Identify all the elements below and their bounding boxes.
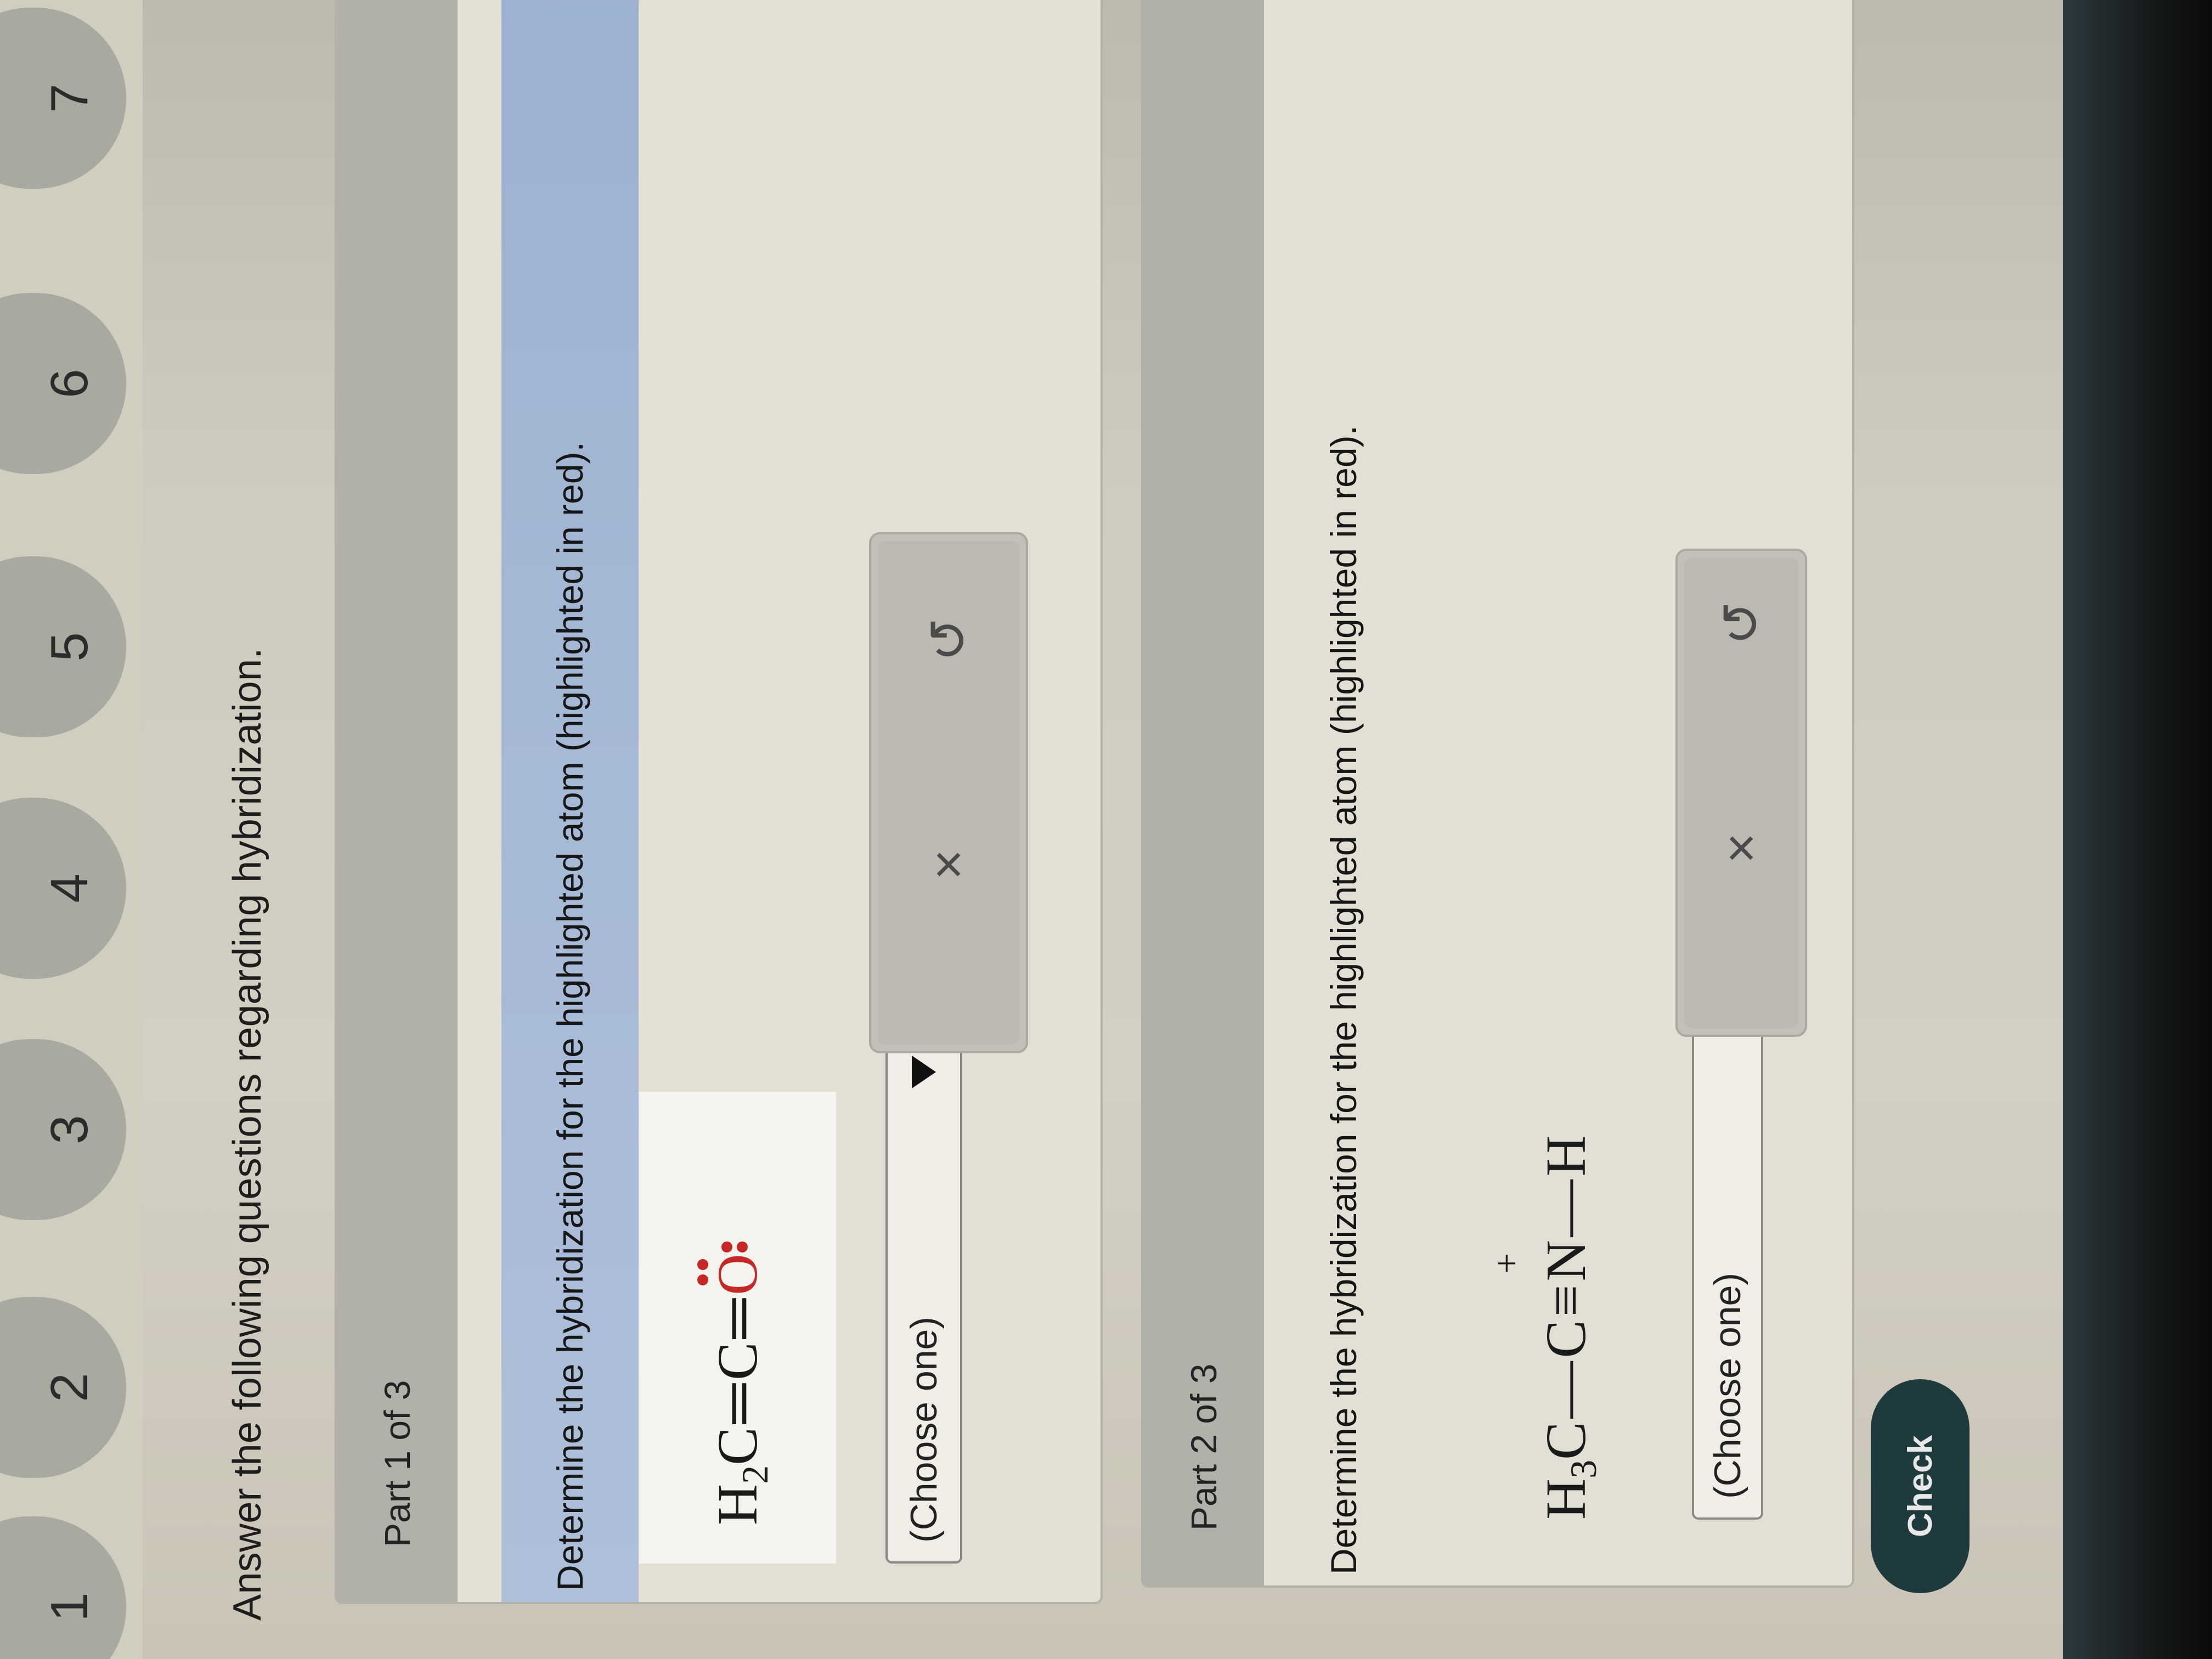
part-2-prompt: Determine the hybridization for the high…: [1323, 425, 1364, 1575]
undo-icon[interactable]: ↺: [871, 612, 1026, 667]
single-bond: —: [1534, 1180, 1598, 1237]
nav-question-7-label: 7: [40, 83, 99, 113]
double-bond: ═: [706, 1298, 769, 1339]
part-1-prompt: Determine the hybridization for the high…: [501, 0, 639, 1602]
check-button[interactable]: Check: [1871, 1379, 1970, 1593]
dropdown-value: (Choose one): [1707, 1272, 1748, 1499]
part-2-molecule: H 3 C — C ≡ + N — H: [1483, 752, 1648, 1520]
positive-charge: +: [1486, 1253, 1527, 1274]
part-1-hybridization-dropdown[interactable]: (Choose one): [885, 1037, 962, 1564]
single-bond: —: [1534, 1361, 1598, 1419]
part-1-action-box: × ↺: [869, 532, 1028, 1053]
atom-c: C: [706, 1342, 769, 1380]
clear-icon[interactable]: ×: [1678, 821, 1805, 876]
dropdown-arrow-icon: [912, 1056, 936, 1088]
nav-question-5[interactable]: 5: [0, 556, 126, 737]
question-nav: 1 2 3 4 5 6 7: [0, 0, 143, 1659]
nav-question-2[interactable]: 2: [0, 1297, 126, 1478]
screen-bezel: [2063, 0, 2212, 1659]
nav-question-5-label: 5: [40, 632, 99, 662]
atom-h: H: [1534, 1478, 1598, 1520]
lone-pair-dot: [697, 1259, 708, 1270]
triple-bond: ≡: [1534, 1284, 1598, 1317]
part-2-hybridization-dropdown[interactable]: (Choose one): [1692, 982, 1763, 1520]
nav-question-2-label: 2: [40, 1373, 99, 1402]
atom-h: H: [706, 1483, 769, 1525]
dropdown-value: (Choose one): [903, 1316, 945, 1543]
part-1-molecule: H 2 C ═ C ═ O: [639, 1092, 836, 1564]
nav-question-7[interactable]: 7: [0, 8, 126, 189]
undo-icon[interactable]: ↺: [1678, 596, 1805, 651]
part-1-header: Part 1 of 3: [337, 0, 458, 1602]
atom-n: + N: [1487, 1240, 1599, 1282]
lone-pair-dot: [736, 1241, 748, 1252]
atom-c: C: [706, 1427, 769, 1465]
clear-icon[interactable]: ×: [871, 837, 1026, 892]
lone-pair-dot: [721, 1241, 732, 1252]
screen: 1 2 3 4 5 6 7 Answer the following quest…: [0, 0, 2212, 1659]
nav-question-3[interactable]: 3: [0, 1039, 126, 1220]
atom-c: C: [1534, 1421, 1598, 1460]
subscript: 2: [733, 1465, 776, 1484]
highlighted-atom-o: O: [697, 1241, 770, 1295]
part-2-panel: Part 2 of 3 Determine the hybridization …: [1141, 0, 1854, 1588]
part-2-action-box: × ↺: [1675, 549, 1807, 1037]
part-2-header: Part 2 of 3: [1143, 0, 1264, 1585]
nav-question-6-label: 6: [40, 369, 99, 398]
highlighted-atom-label: O: [706, 1254, 769, 1295]
nav-question-6[interactable]: 6: [0, 293, 126, 474]
part-1-panel: Part 1 of 3 Determine the hybridization …: [335, 0, 1103, 1604]
nav-question-4[interactable]: 4: [0, 798, 126, 979]
subscript: 3: [1562, 1459, 1604, 1479]
double-bond: ═: [706, 1383, 769, 1424]
lone-pair-dot: [697, 1274, 708, 1285]
instruction-text: Answer the following questions regarding…: [225, 647, 269, 1621]
nav-question-1-label: 1: [40, 1592, 99, 1622]
nav-question-3-label: 3: [40, 1115, 99, 1144]
nav-question-1[interactable]: 1: [0, 1516, 126, 1659]
atom-n-label: N: [1534, 1240, 1598, 1282]
atom-h: H: [1534, 1135, 1598, 1177]
nav-question-4-label: 4: [40, 873, 99, 903]
atom-c: C: [1534, 1320, 1598, 1358]
